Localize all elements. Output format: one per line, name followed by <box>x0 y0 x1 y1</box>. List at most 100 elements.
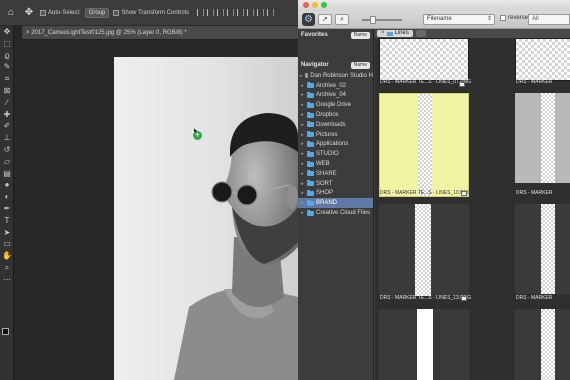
pointer-tool-button[interactable]: ➚ <box>318 14 332 25</box>
sidebar-item[interactable]: ▸ SHOP <box>298 189 373 199</box>
disclosure-triangle-icon[interactable]: ▸ <box>300 73 303 79</box>
hand-tool-icon[interactable]: ✋ <box>0 250 14 262</box>
home-icon[interactable]: ⌂ <box>4 6 18 20</box>
align-right-icon[interactable] <box>217 9 225 16</box>
disclosure-triangle-icon[interactable]: ▸ <box>300 122 305 128</box>
canvas-area[interactable] <box>15 41 298 380</box>
show-transform-checkbox[interactable] <box>113 9 120 16</box>
eyedropper-tool-icon[interactable]: ⁄ <box>0 97 14 109</box>
sidebar-item[interactable]: ▸ Applications <box>298 140 373 150</box>
auto-select-mode-dropdown[interactable]: Group <box>84 7 110 18</box>
more-tools-icon[interactable]: ⋯ <box>0 274 14 286</box>
distribute-2-icon[interactable] <box>267 9 275 16</box>
thumbnail-image[interactable] <box>515 309 570 380</box>
slider-knob[interactable] <box>370 15 376 24</box>
tab-lines[interactable]: × Lines <box>377 30 413 37</box>
move-tool-icon[interactable]: ✥ <box>22 6 36 20</box>
thumbnail-cell[interactable] <box>515 309 570 380</box>
pen-tool-icon[interactable]: ✒ <box>0 203 14 215</box>
align-bottom-icon[interactable] <box>247 9 255 16</box>
sidebar-item[interactable]: ▸ SORT <box>298 179 373 189</box>
disclosure-triangle-icon[interactable]: ▸ <box>300 181 305 187</box>
align-top-icon[interactable] <box>227 9 235 16</box>
thumbnail-image[interactable] <box>379 38 469 81</box>
frame-tool-icon[interactable]: ⊠ <box>0 85 14 97</box>
filter-dropdown[interactable]: All <box>528 14 570 25</box>
sidebar-item[interactable]: ▸ WEB <box>298 159 373 169</box>
gradient-tool-icon[interactable]: ▤ <box>0 168 14 180</box>
brush-tool-icon[interactable]: ✐ <box>0 120 14 132</box>
sidebar-item[interactable]: ▸ Creative Cloud Files <box>298 208 373 218</box>
settings-gear-icon[interactable]: ⚙ <box>302 13 315 26</box>
minimize-window-icon[interactable] <box>312 2 318 8</box>
align-center-icon[interactable] <box>207 9 215 16</box>
favorites-sort-button[interactable]: Name <box>350 31 370 39</box>
close-tab-icon[interactable]: × <box>26 30 30 36</box>
thumbnail-image[interactable] <box>515 204 570 294</box>
dodge-tool-icon[interactable]: ◐ <box>0 191 14 203</box>
sidebar-item[interactable]: ▸ Archive_04 <box>298 91 373 101</box>
thumbnail-image[interactable] <box>515 38 570 81</box>
distribute-icon[interactable] <box>257 9 265 16</box>
sort-dropdown[interactable]: Filename ⇕ <box>423 14 495 25</box>
reverse-checkbox[interactable] <box>500 15 506 21</box>
disclosure-triangle-icon[interactable]: ▸ <box>300 132 305 138</box>
thumbnail-image[interactable] <box>379 309 469 380</box>
disclosure-triangle-icon[interactable]: ▸ <box>300 83 305 89</box>
thumbnail-image[interactable] <box>379 93 469 197</box>
sidebar-item[interactable]: ▸ Pictures <box>298 130 373 140</box>
history-brush-icon[interactable]: ↺ <box>0 144 14 156</box>
healing-tool-icon[interactable]: ✚ <box>0 109 14 121</box>
disclosure-triangle-icon[interactable]: ▸ <box>300 190 305 196</box>
disclosure-triangle-icon[interactable]: ▸ <box>300 141 305 147</box>
align-middle-icon[interactable] <box>237 9 245 16</box>
zoom-window-icon[interactable] <box>321 2 327 8</box>
disclosure-triangle-icon[interactable]: ▸ <box>300 200 305 206</box>
disclosure-triangle-icon[interactable]: ▸ <box>300 102 305 108</box>
window-titlebar[interactable] <box>298 0 570 11</box>
sidebar-item[interactable]: ▸ Dan Robinson Studio H <box>298 71 373 81</box>
thumbnail-size-slider[interactable] <box>362 15 402 24</box>
thumbnail-cell-selected[interactable]: DRS - MARKER TE...S - LINES_10.PNG <box>379 93 471 203</box>
lasso-tool-icon[interactable]: ϱ <box>0 50 14 62</box>
sidebar-item[interactable]: ▸ Google Drive <box>298 100 373 110</box>
path-select-icon[interactable]: ➤ <box>0 227 14 239</box>
reverse-toggle[interactable]: reverse <box>500 15 528 21</box>
sidebar-item[interactable]: ▸ Downloads <box>298 120 373 130</box>
sidebar-item[interactable]: ▸ Dropbox <box>298 110 373 120</box>
thumbnail-image[interactable] <box>379 204 469 296</box>
crop-tool-icon[interactable]: ⌗ <box>0 73 14 85</box>
close-window-icon[interactable] <box>303 2 309 8</box>
navigator-sort-button[interactable]: Name <box>350 61 370 69</box>
thumbnail-cell[interactable]: DRS - MARKER <box>515 204 570 314</box>
quick-select-tool-icon[interactable]: ✎ <box>0 61 14 73</box>
close-tab-icon[interactable]: × <box>381 30 385 37</box>
move-tool-icon[interactable]: ✥ <box>0 26 14 38</box>
disclosure-triangle-icon[interactable]: ▸ <box>300 151 305 157</box>
foreground-color-swatch[interactable] <box>2 328 9 335</box>
type-tool-icon[interactable]: T <box>0 215 14 227</box>
thumbnail-cell[interactable]: DRS - MARKER <box>515 93 570 203</box>
new-tab-button[interactable] <box>415 30 426 37</box>
disclosure-triangle-icon[interactable]: ▸ <box>300 210 305 216</box>
eraser-tool-icon[interactable]: ▱ <box>0 156 14 168</box>
auto-select-checkbox[interactable] <box>40 9 46 16</box>
thumbnail-cell[interactable] <box>379 309 471 380</box>
stamp-tool-icon[interactable]: ⊥ <box>0 132 14 144</box>
shape-tool-icon[interactable]: ▭ <box>0 238 14 250</box>
disclosure-triangle-icon[interactable]: ▸ <box>300 112 305 118</box>
sidebar-item[interactable]: ▸ STUDIO <box>298 149 373 159</box>
disclosure-triangle-icon[interactable]: ▸ <box>300 161 305 167</box>
align-left-icon[interactable] <box>197 9 205 16</box>
document-tab[interactable]: × 2017_CameoLightTest0125.jpg @ 25% (Lay… <box>22 26 298 40</box>
disclosure-triangle-icon[interactable]: ▸ <box>300 171 305 177</box>
disclosure-triangle-icon[interactable]: ▸ <box>300 92 305 98</box>
blur-tool-icon[interactable]: ● <box>0 179 14 191</box>
sidebar-item[interactable]: ▸ SHARE <box>298 169 373 179</box>
sidebar-item[interactable]: ▸ Archive_02 <box>298 81 373 91</box>
marquee-tool-icon[interactable]: ⬚ <box>0 38 14 50</box>
zoom-tool-icon[interactable]: ⌕ <box>0 262 14 274</box>
thumbnail-cell[interactable]: DRS - MARKER TE...S - LINES_13.PNG <box>379 204 471 314</box>
sidebar-item[interactable]: ▸ BRAND <box>298 198 373 209</box>
search-button[interactable]: ⌕ <box>335 14 349 25</box>
